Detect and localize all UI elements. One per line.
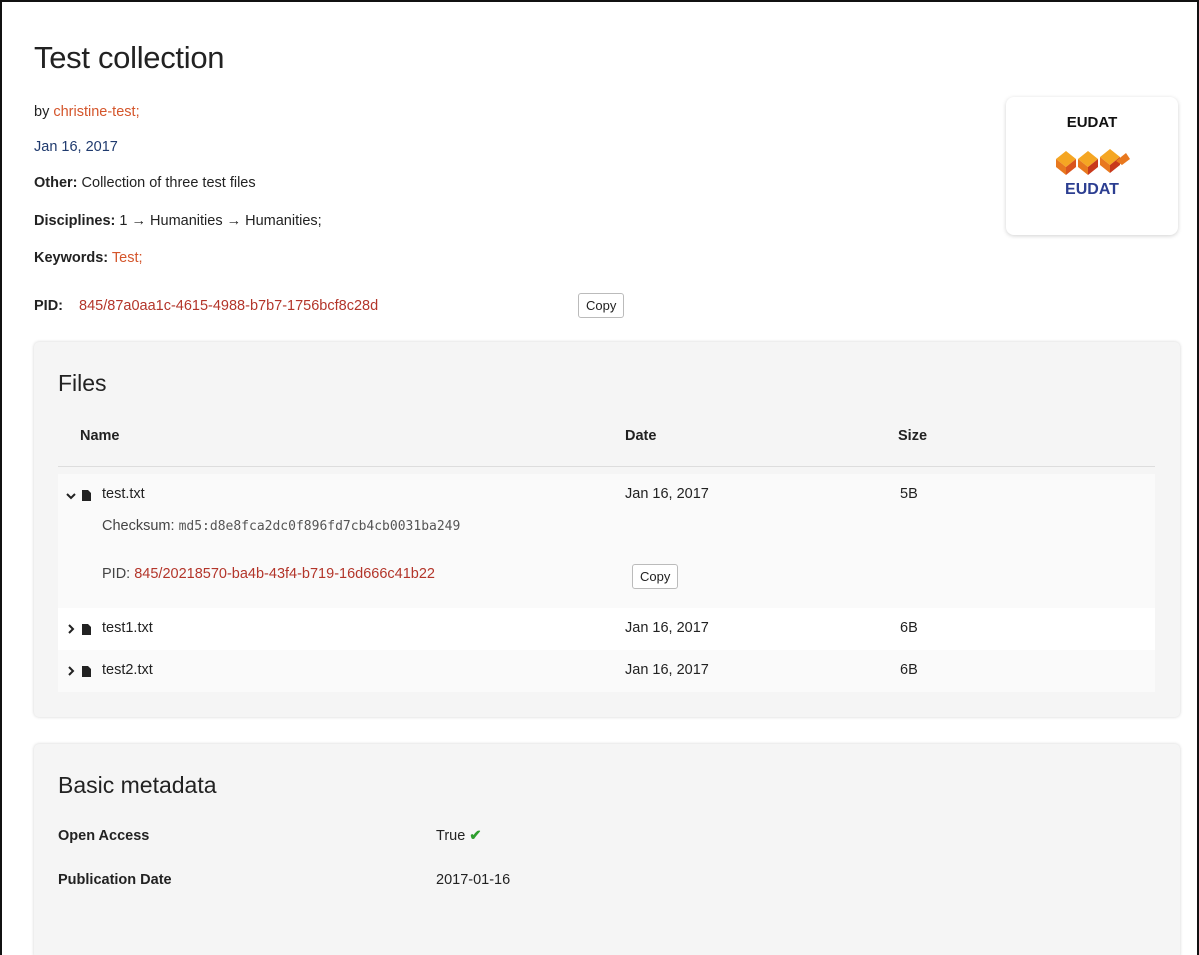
file-size: 6B bbox=[900, 662, 918, 678]
table-row[interactable]: test1.txt Jan 16, 2017 6B bbox=[58, 608, 1155, 650]
metadata-value-open-access: True ✔ bbox=[436, 828, 481, 844]
copy-file-pid-button[interactable]: Copy bbox=[632, 564, 679, 589]
disciplines-value: 1 → Humanities → Humanities; bbox=[119, 213, 322, 229]
record-pid-line: PID: 845/87a0aa1c-4615-4988-b7b7-1756bcf… bbox=[34, 298, 378, 314]
column-header-date: Date bbox=[625, 428, 657, 444]
basic-metadata-heading: Basic metadata bbox=[58, 772, 217, 798]
checksum-label: Checksum: bbox=[102, 518, 175, 534]
chevron-right-icon[interactable] bbox=[67, 666, 75, 676]
eudat-logo-icon: EUDAT bbox=[1056, 149, 1130, 197]
file-size: 6B bbox=[900, 620, 918, 636]
file-date: Jan 16, 2017 bbox=[625, 620, 709, 636]
file-date: Jan 16, 2017 bbox=[625, 662, 709, 678]
table-row[interactable]: test2.txt Jan 16, 2017 6B bbox=[58, 650, 1155, 692]
metadata-label-publication-date: Publication Date bbox=[58, 872, 172, 888]
chevron-right-icon[interactable] bbox=[67, 624, 75, 634]
keywords-line: Keywords: Test; bbox=[34, 250, 143, 266]
file-name-link[interactable]: test2.txt bbox=[102, 662, 153, 678]
check-icon: ✔ bbox=[469, 828, 482, 844]
open-access-value: True bbox=[436, 828, 466, 844]
creator-link[interactable]: christine-test bbox=[53, 104, 135, 120]
eudat-logo-text: EUDAT bbox=[1065, 181, 1119, 197]
table-header-divider bbox=[58, 466, 1155, 467]
other-line: Other: Collection of three test files bbox=[34, 175, 256, 191]
keyword-link[interactable]: Test; bbox=[112, 250, 143, 266]
file-pid-line: PID: 845/20218570-ba4b-43f4-b719-16d666c… bbox=[102, 566, 435, 582]
file-pid-link[interactable]: 845/20218570-ba4b-43f4-b719-16d666c41b22 bbox=[134, 566, 435, 582]
record-title: Test collection bbox=[34, 40, 225, 75]
community-card[interactable]: EUDAT EUDAT bbox=[1006, 97, 1178, 235]
metadata-label-open-access: Open Access bbox=[58, 828, 150, 844]
other-value: Collection of three test files bbox=[81, 175, 256, 191]
copy-record-pid-button[interactable]: Copy bbox=[578, 293, 625, 318]
file-icon bbox=[82, 666, 91, 677]
file-size: 5B bbox=[900, 486, 918, 502]
keywords-label: Keywords: bbox=[34, 250, 109, 266]
file-name-link[interactable]: test.txt bbox=[102, 486, 145, 502]
disciplines-line: Disciplines: 1 → Humanities → Humanities… bbox=[34, 213, 322, 229]
checksum-value: md5:d8e8fca2dc0f896fd7cb4cb0031ba249 bbox=[178, 519, 461, 534]
community-name: EUDAT bbox=[1066, 114, 1118, 131]
file-name-link[interactable]: test1.txt bbox=[102, 620, 153, 636]
checksum-line: Checksum: md5:d8e8fca2dc0f896fd7cb4cb003… bbox=[102, 518, 460, 534]
file-pid-label: PID: bbox=[102, 566, 131, 582]
table-row[interactable]: test.txt Jan 16, 2017 5B Checksum: md5:d… bbox=[58, 474, 1155, 608]
column-header-name: Name bbox=[80, 428, 120, 444]
creator-line: by christine-test; bbox=[34, 104, 140, 120]
pid-label: PID: bbox=[34, 298, 63, 314]
publication-date: Jan 16, 2017 bbox=[34, 139, 118, 155]
file-icon bbox=[82, 490, 91, 501]
column-header-size: Size bbox=[898, 428, 928, 444]
files-panel: Files Name Date Size test.txt Jan 16, 20… bbox=[34, 342, 1180, 717]
basic-metadata-panel: Basic metadata Open Access True ✔ Public… bbox=[34, 744, 1180, 955]
chevron-down-icon[interactable] bbox=[66, 492, 76, 500]
disciplines-label: Disciplines: bbox=[34, 213, 116, 229]
metadata-value-publication-date: 2017-01-16 bbox=[436, 872, 511, 888]
file-icon bbox=[82, 624, 91, 635]
by-prefix: by bbox=[34, 104, 50, 120]
files-heading: Files bbox=[58, 370, 107, 396]
creator-suffix: ; bbox=[135, 104, 140, 120]
other-label: Other: bbox=[34, 175, 78, 191]
file-date: Jan 16, 2017 bbox=[625, 486, 709, 502]
record-pid-link[interactable]: 845/87a0aa1c-4615-4988-b7b7-1756bcf8c28d bbox=[79, 298, 378, 314]
